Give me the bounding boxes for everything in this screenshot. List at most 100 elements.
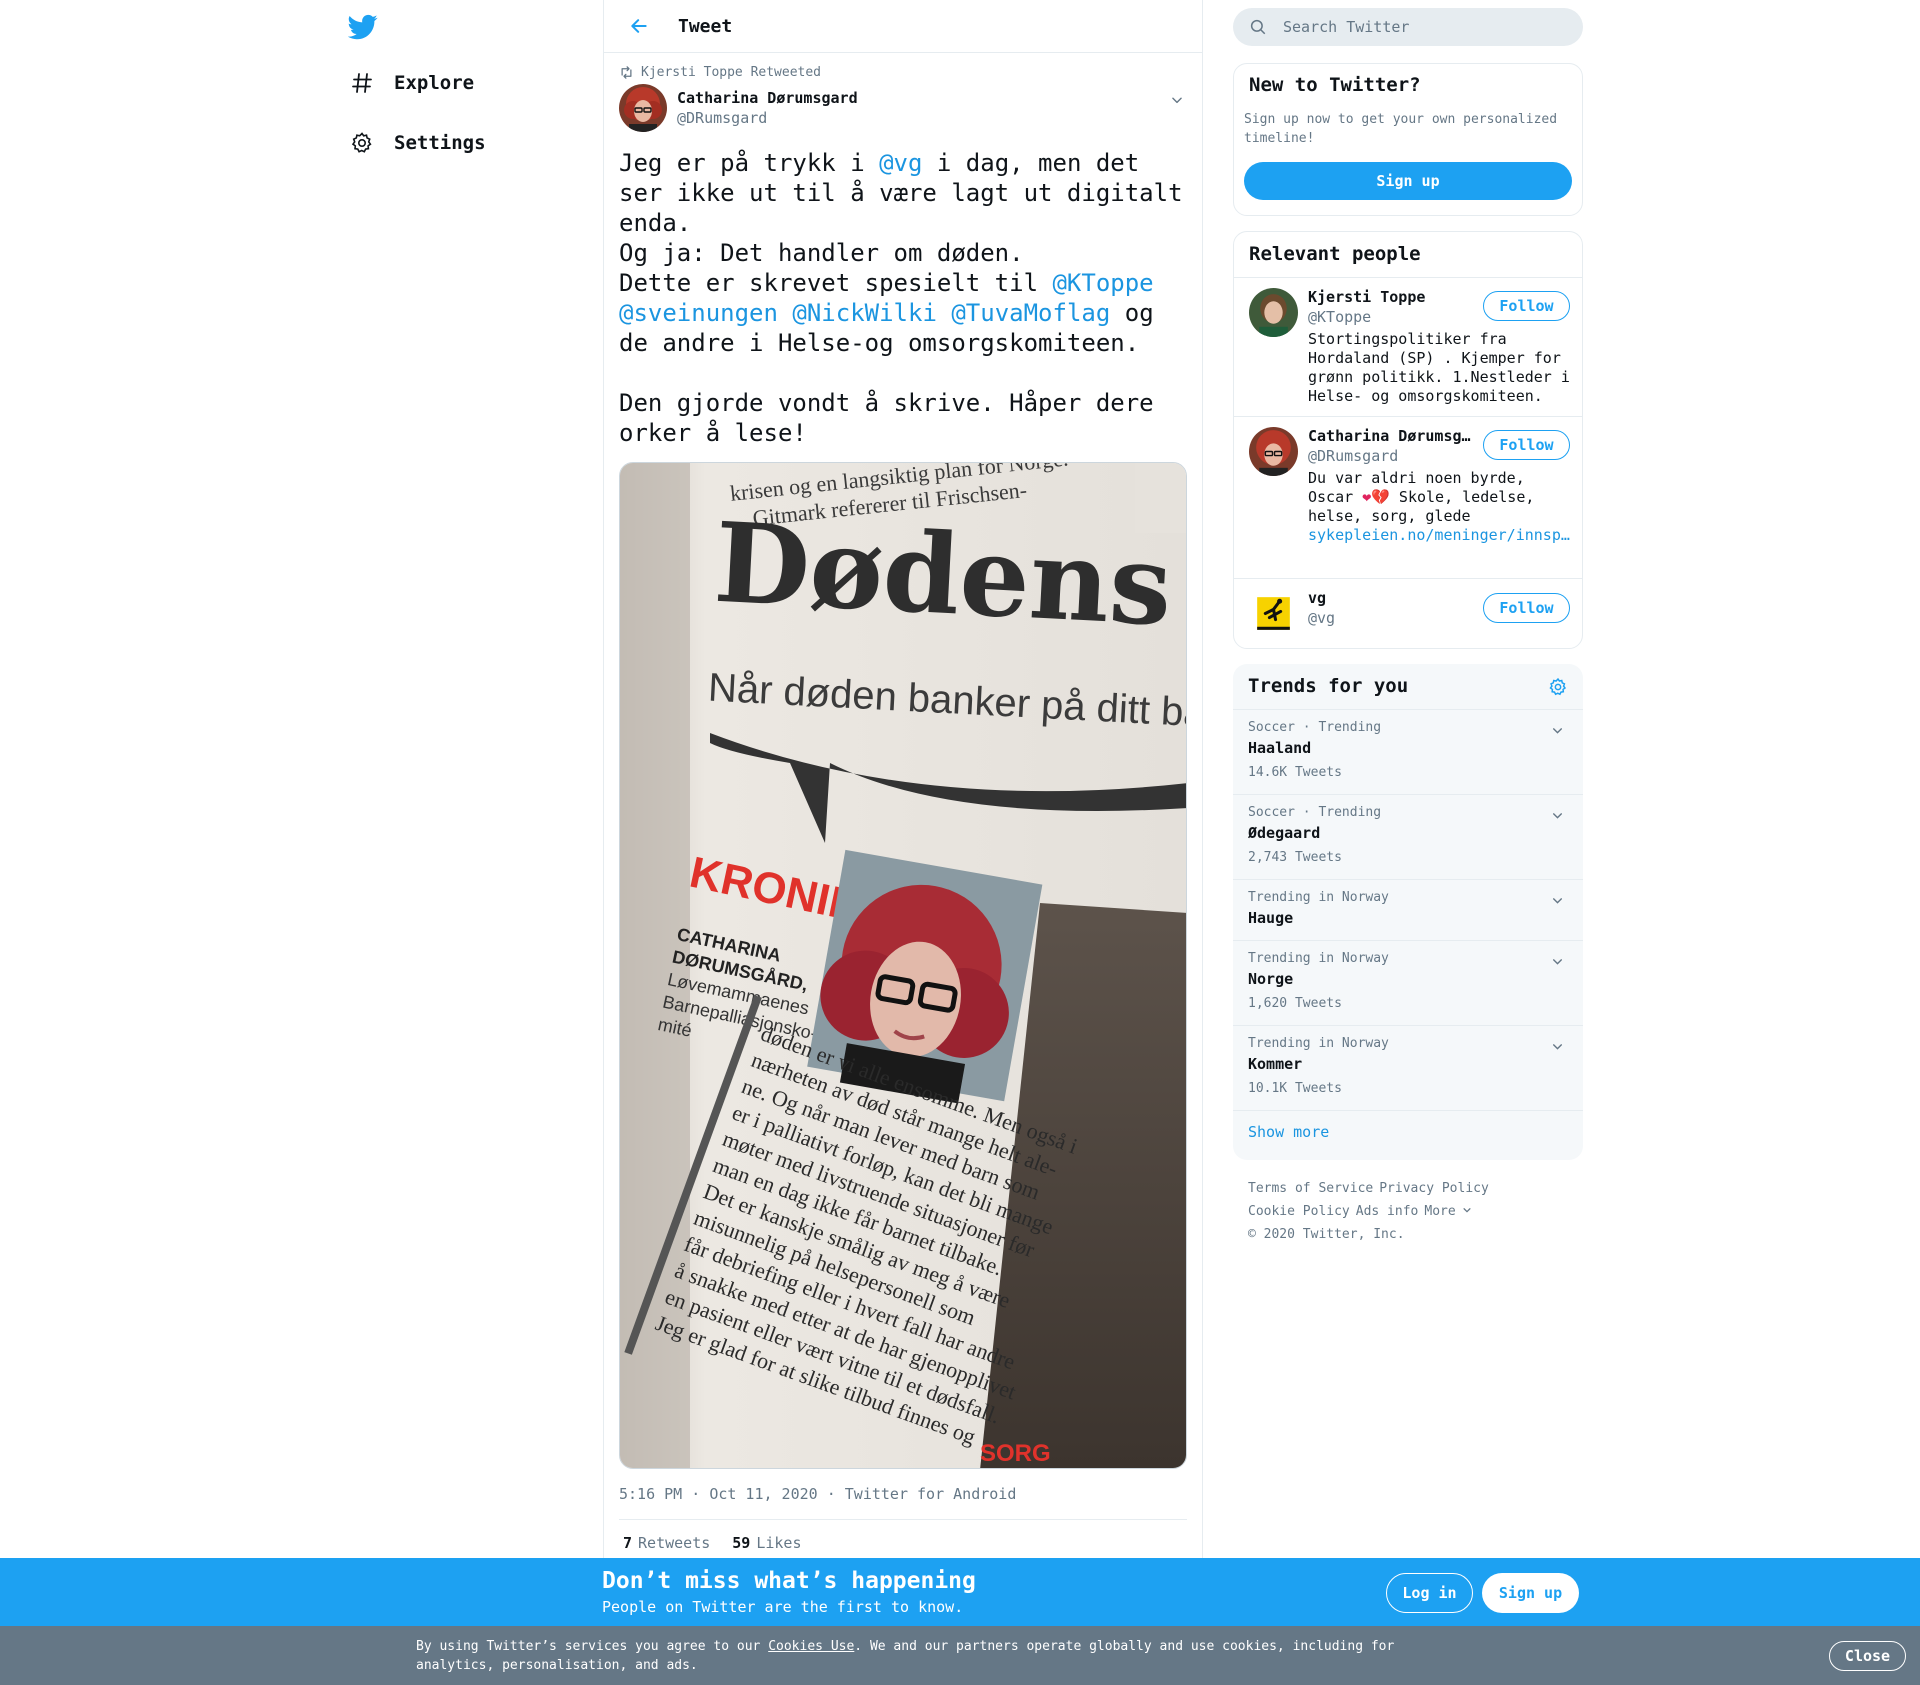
retweet-icon xyxy=(619,64,635,80)
follow-button[interactable]: Follow xyxy=(1483,291,1570,321)
person-item[interactable]: Catharina Dørumsgard @DRumsgard Du var a… xyxy=(1234,417,1582,579)
tweet-text-part xyxy=(778,299,792,327)
trend-item[interactable]: Soccer · Trending Ødegaard 2,743 Tweets xyxy=(1233,795,1583,880)
more-label: More xyxy=(1424,1204,1456,1219)
back-arrow-icon[interactable] xyxy=(622,9,656,43)
avatar[interactable] xyxy=(1249,427,1298,476)
signup-banner: Don’t miss what’s happening People on Tw… xyxy=(0,1558,1920,1626)
log-in-button[interactable]: Log in xyxy=(1386,1573,1473,1613)
author-handle[interactable]: @DRumsgard xyxy=(677,109,858,127)
person-item[interactable]: vg @vg Follow xyxy=(1234,579,1582,648)
tweet: Kjersti Toppe Retweeted Catharina Dørums… xyxy=(604,64,1202,1607)
trends-card: Trends for you Soccer · Trending Haaland… xyxy=(1233,664,1583,1160)
terms-link[interactable]: Terms of Service xyxy=(1248,1181,1373,1196)
chevron-down-icon[interactable] xyxy=(1167,90,1187,110)
tweet-meta: 5:16 PM · Oct 11, 2020 · Twitter for And… xyxy=(619,1485,1187,1520)
person-name[interactable]: Kjersti Toppe xyxy=(1308,288,1478,306)
tweet-text-part xyxy=(1154,269,1168,297)
trend-count: 2,743 Tweets xyxy=(1248,850,1342,865)
chevron-down-icon[interactable] xyxy=(1549,807,1565,823)
retweeted-by-text: Kjersti Toppe Retweeted xyxy=(641,64,822,80)
tweet-source[interactable]: Twitter for Android xyxy=(845,1485,1017,1503)
person-name[interactable]: Catharina Dørumsgard xyxy=(1308,427,1478,445)
chevron-down-icon xyxy=(1462,1204,1472,1219)
person-bio: Stortingspolitiker fra Hordaland (SP) . … xyxy=(1308,330,1570,405)
tweet-photo[interactable]: krisen og en langsiktig plan for Norge. … xyxy=(619,462,1187,1469)
tweet-date[interactable]: Oct 11, 2020 xyxy=(709,1485,817,1503)
trend-name: Norge xyxy=(1248,970,1294,988)
person-name[interactable]: vg xyxy=(1308,589,1478,607)
banner-sign-up-button[interactable]: Sign up xyxy=(1482,1573,1579,1613)
chevron-down-icon[interactable] xyxy=(1549,953,1565,969)
tweet-time[interactable]: 5:16 PM xyxy=(619,1485,682,1503)
chevron-down-icon[interactable] xyxy=(1549,1038,1565,1054)
trend-count: 1,620 Tweets xyxy=(1248,996,1342,1011)
tweet-text-part xyxy=(937,299,951,327)
trend-context: Trending in Norway xyxy=(1248,951,1389,966)
trend-item[interactable]: Trending in Norway Norge 1,620 Tweets xyxy=(1233,941,1583,1026)
nav-explore[interactable]: Explore xyxy=(348,63,474,103)
search-icon xyxy=(1249,17,1269,37)
likes-label: Likes xyxy=(756,1534,802,1552)
chevron-down-icon[interactable] xyxy=(1549,722,1565,738)
trend-item[interactable]: Soccer · Trending Haaland 14.6K Tweets xyxy=(1233,710,1583,795)
search-input[interactable] xyxy=(1283,18,1563,36)
mention-link[interactable]: @NickWilki xyxy=(792,299,937,327)
trend-context: Soccer · Trending xyxy=(1248,805,1382,820)
tweet-author: Catharina Dørumsgard @DRumsgard xyxy=(619,84,1187,132)
trend-item[interactable]: Trending in Norway Kommer 10.1K Tweets xyxy=(1233,1026,1583,1111)
banner-title: Don’t miss what’s happening xyxy=(602,1568,976,1594)
nav-settings[interactable]: Settings xyxy=(348,123,486,163)
trend-name: Hauge xyxy=(1248,909,1294,927)
mention-link[interactable]: @vg xyxy=(879,149,922,177)
show-more-link[interactable]: Show more xyxy=(1248,1123,1329,1141)
tweet-text: Jeg er på trykk i @vg i dag, men det ser… xyxy=(619,148,1187,448)
trend-item[interactable]: Trending in Norway Hauge xyxy=(1233,880,1583,941)
hashtag-icon xyxy=(348,69,376,97)
chevron-down-icon[interactable] xyxy=(1549,892,1565,908)
sign-up-button[interactable]: Sign up xyxy=(1244,162,1572,200)
heart-emoji-icon: ❤💔 xyxy=(1362,488,1390,506)
banner-subtitle: People on Twitter are the first to know. xyxy=(602,1598,964,1616)
nav-explore-label: Explore xyxy=(394,72,475,94)
cookie-policy-link[interactable]: Cookie Policy xyxy=(1248,1204,1350,1219)
cookies-use-link[interactable]: Cookies Use xyxy=(768,1639,854,1654)
cookie-text-before: By using Twitter’s services you agree to… xyxy=(416,1639,769,1654)
retweets-stat[interactable]: 7 Retweets xyxy=(623,1534,710,1552)
trend-count: 10.1K Tweets xyxy=(1248,1081,1342,1096)
retweets-label: Retweets xyxy=(638,1534,711,1552)
privacy-link[interactable]: Privacy Policy xyxy=(1379,1181,1489,1196)
trend-context: Trending in Norway xyxy=(1248,890,1389,905)
retweet-context[interactable]: Kjersti Toppe Retweeted xyxy=(619,64,1187,80)
person-handle[interactable]: @DRumsgard xyxy=(1308,447,1398,465)
bio-link[interactable]: sykepleien.no/meninger/innsp… xyxy=(1308,526,1570,544)
person-handle[interactable]: @KToppe xyxy=(1308,308,1371,326)
mention-link[interactable]: @sveinungen xyxy=(619,299,778,327)
avatar[interactable] xyxy=(619,84,667,132)
tweet-column: Tweet Kjersti Toppe Retweeted Catharina … xyxy=(603,0,1203,1685)
avatar[interactable] xyxy=(1249,589,1298,638)
twitter-bird-icon[interactable] xyxy=(347,12,378,42)
close-button[interactable]: Close xyxy=(1829,1641,1906,1671)
follow-button[interactable]: Follow xyxy=(1483,593,1570,623)
ads-info-link[interactable]: Ads info xyxy=(1356,1204,1419,1219)
tweet-text-part: Jeg er på trykk i xyxy=(619,149,880,177)
more-link[interactable]: More xyxy=(1424,1204,1477,1219)
author-name[interactable]: Catharina Dørumsgard xyxy=(677,89,858,107)
likes-count: 59 xyxy=(732,1534,751,1552)
tweet-header: Tweet xyxy=(604,0,1202,53)
mention-link[interactable]: @KToppe xyxy=(1052,269,1153,297)
search-box[interactable] xyxy=(1233,8,1583,46)
person-handle[interactable]: @vg xyxy=(1308,609,1335,627)
avatar[interactable] xyxy=(1249,288,1298,337)
trend-name: Kommer xyxy=(1248,1055,1303,1073)
likes-stat[interactable]: 59 Likes xyxy=(732,1534,801,1552)
trend-context: Soccer · Trending xyxy=(1248,720,1382,735)
relevant-people-card: Relevant people Kjersti Toppe @KToppe St… xyxy=(1233,231,1583,649)
gear-icon[interactable] xyxy=(1547,676,1569,698)
mention-link[interactable]: @TuvaMoflag xyxy=(951,299,1110,327)
cookie-bar: By using Twitter’s services you agree to… xyxy=(0,1626,1920,1685)
cookie-text: By using Twitter’s services you agree to… xyxy=(416,1637,1416,1675)
person-item[interactable]: Kjersti Toppe @KToppe Stortingspolitiker… xyxy=(1234,278,1582,417)
follow-button[interactable]: Follow xyxy=(1483,430,1570,460)
